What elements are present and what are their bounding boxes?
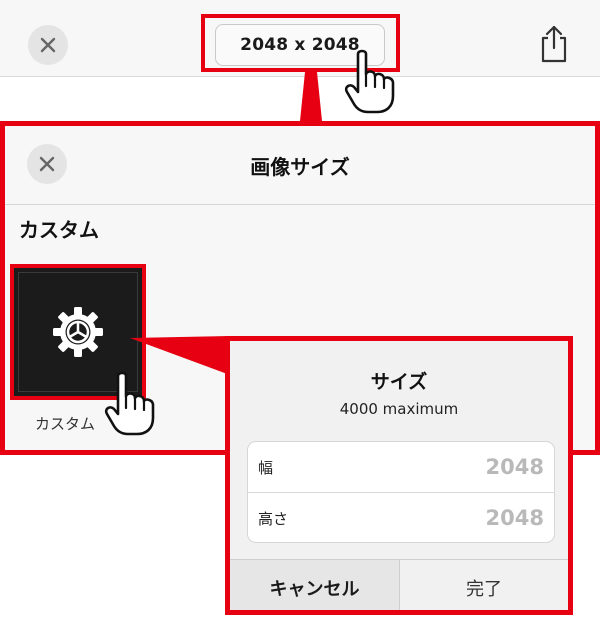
width-field[interactable]: 幅 2048 — [248, 442, 554, 492]
height-input[interactable]: 2048 — [486, 493, 544, 542]
dialog-subtitle: 4000 maximum — [339, 400, 459, 418]
close-button[interactable] — [28, 25, 68, 65]
height-label: 高さ — [258, 509, 289, 528]
size-dialog: サイズ 4000 maximum 幅 2048 高さ 2048 キャンセル 完了 — [225, 336, 573, 615]
dialog-title: サイズ — [370, 371, 428, 393]
callout-arrow-top — [300, 72, 322, 121]
highlight-box-size-button — [201, 14, 400, 72]
custom-size-tile[interactable] — [10, 264, 146, 400]
share-icon[interactable] — [536, 24, 572, 64]
width-label: 幅 — [258, 458, 274, 477]
panel-title: 画像サイズ — [250, 154, 350, 179]
section-title-custom: カスタム — [19, 218, 99, 242]
tile-inner-border — [18, 272, 138, 392]
custom-tile-label: カスタム — [35, 415, 96, 433]
dialog-button-bar: キャンセル 完了 — [230, 559, 568, 610]
height-field[interactable]: 高さ 2048 — [248, 492, 554, 542]
size-field-group: 幅 2048 高さ 2048 — [247, 441, 555, 543]
width-input[interactable]: 2048 — [486, 442, 544, 492]
close-icon — [40, 37, 56, 53]
done-button[interactable]: 完了 — [400, 560, 568, 610]
cancel-button[interactable]: キャンセル — [230, 560, 400, 610]
